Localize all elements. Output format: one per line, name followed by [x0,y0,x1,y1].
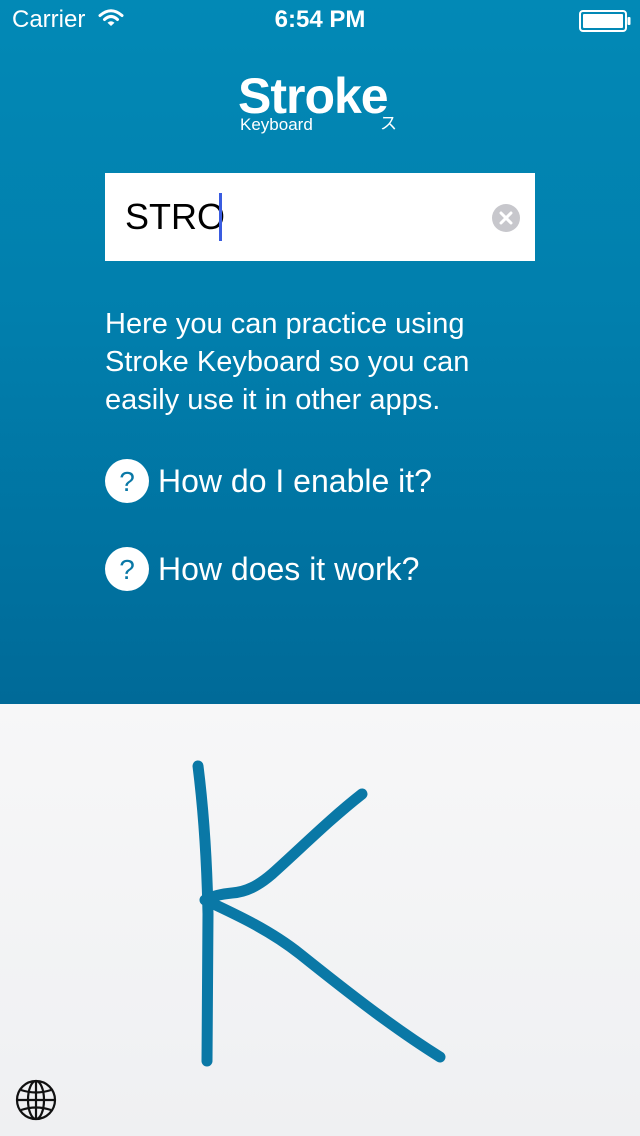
help-link-enable[interactable]: ? How do I enable it? [105,459,432,503]
handwritten-stroke [199,788,446,1063]
help-link-label[interactable]: How do I enable it? [158,459,432,503]
status-time: 6:54 PM [274,6,366,33]
question-icon: ? [105,547,149,591]
logo-kana: ス [380,114,397,133]
svg-text:?: ? [119,466,135,497]
handwritten-stroke [192,760,214,1067]
app-logo: Stroke Keyboard ス [238,68,408,134]
question-icon: ? [105,459,149,503]
intro-text: Here you can practice using Stroke Keybo… [105,308,470,416]
help-link-label[interactable]: How does it work? [158,547,419,591]
svg-text:?: ? [119,554,135,585]
globe-icon[interactable] [14,1078,58,1122]
practice-screen: Carrier 6:54 PM Stroke Keyboard ス STRO H… [0,0,640,704]
logo-subtitle: Keyboard [240,115,313,134]
help-link-how-it-works[interactable]: ? How does it work? [105,547,419,591]
text-caret [219,193,222,241]
practice-input[interactable]: STRO [105,173,535,261]
practice-input-value[interactable]: STRO [125,196,225,238]
stroke-keyboard[interactable] [0,704,640,1136]
battery-icon [579,10,631,32]
status-bar: Carrier 6:54 PM [0,0,640,40]
clear-icon[interactable] [492,204,520,232]
drawing-canvas[interactable] [0,704,640,1136]
